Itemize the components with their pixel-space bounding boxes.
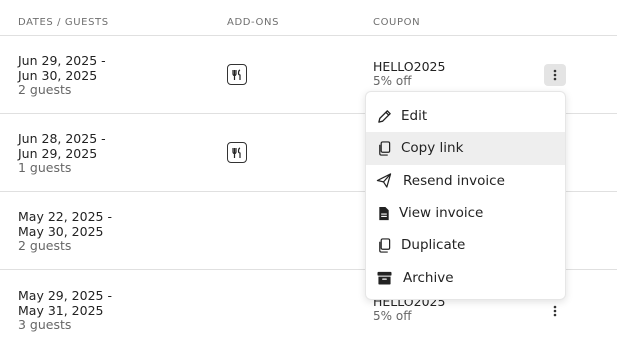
menu-item-label: Copy link — [401, 140, 464, 157]
menu-item-view-invoice[interactable]: View invoice — [366, 197, 565, 229]
date-start: May 22, 2025 - — [18, 209, 112, 224]
fork-knife-icon — [227, 64, 247, 85]
menu-item-label: Archive — [403, 269, 454, 286]
send-icon — [376, 173, 392, 189]
dates-guests-cell: May 29, 2025 - May 31, 2025 3 guests — [18, 288, 112, 333]
row-actions-button[interactable] — [544, 64, 566, 86]
dates-guests-cell: May 22, 2025 - May 30, 2025 2 guests — [18, 209, 112, 254]
table-header: DATES / GUESTS ADD-ONS COUPON — [0, 0, 617, 36]
date-end: May 30, 2025 — [18, 223, 104, 239]
coupon-discount: 5% off — [373, 309, 412, 323]
coupon-code: HELLO2025 — [373, 59, 446, 74]
more-vertical-icon — [553, 69, 557, 81]
date-start: Jun 29, 2025 - — [18, 53, 106, 68]
menu-item-label: Duplicate — [401, 237, 466, 254]
column-header-dates-guests[interactable]: DATES / GUESTS — [18, 17, 109, 28]
coupon-cell: HELLO2025 5% off — [373, 59, 446, 89]
date-end: Jun 30, 2025 — [18, 67, 98, 83]
menu-item-duplicate[interactable]: Duplicate — [366, 229, 565, 261]
copy-icon — [376, 140, 392, 156]
bookings-table: DATES / GUESTS ADD-ONS COUPON Jun 29, 20… — [0, 0, 627, 342]
document-icon — [376, 205, 392, 221]
menu-item-label: Resend invoice — [403, 172, 505, 189]
guest-count: 3 guests — [18, 317, 72, 332]
dates-guests-cell: Jun 29, 2025 - Jun 30, 2025 2 guests — [18, 53, 106, 98]
guest-count: 1 guests — [18, 160, 72, 175]
row-actions-menu: Edit Copy link Resend invoice View invoi… — [365, 91, 566, 300]
menu-item-archive[interactable]: Archive — [366, 261, 565, 293]
fork-knife-icon — [227, 142, 247, 163]
guest-count: 2 guests — [18, 82, 72, 97]
menu-item-label: Edit — [401, 108, 428, 125]
menu-item-edit[interactable]: Edit — [366, 100, 565, 132]
archive-icon — [376, 270, 392, 286]
column-header-coupon[interactable]: COUPON — [373, 17, 420, 28]
coupon-discount: 5% off — [373, 74, 412, 88]
dates-guests-cell: Jun 28, 2025 - Jun 29, 2025 1 guests — [18, 131, 106, 176]
copy-icon — [376, 237, 392, 253]
menu-item-resend-invoice[interactable]: Resend invoice — [366, 165, 565, 197]
menu-item-label: View invoice — [399, 205, 484, 222]
column-header-add-ons[interactable]: ADD-ONS — [227, 17, 279, 28]
date-start: Jun 28, 2025 - — [18, 131, 106, 146]
date-end: May 31, 2025 — [18, 302, 104, 318]
date-end: Jun 29, 2025 — [18, 145, 98, 161]
menu-item-copy-link[interactable]: Copy link — [366, 132, 565, 165]
more-vertical-icon — [553, 305, 557, 317]
row-actions-button[interactable] — [544, 300, 566, 322]
date-start: May 29, 2025 - — [18, 288, 112, 303]
guest-count: 2 guests — [18, 238, 72, 253]
pencil-icon — [376, 108, 392, 124]
